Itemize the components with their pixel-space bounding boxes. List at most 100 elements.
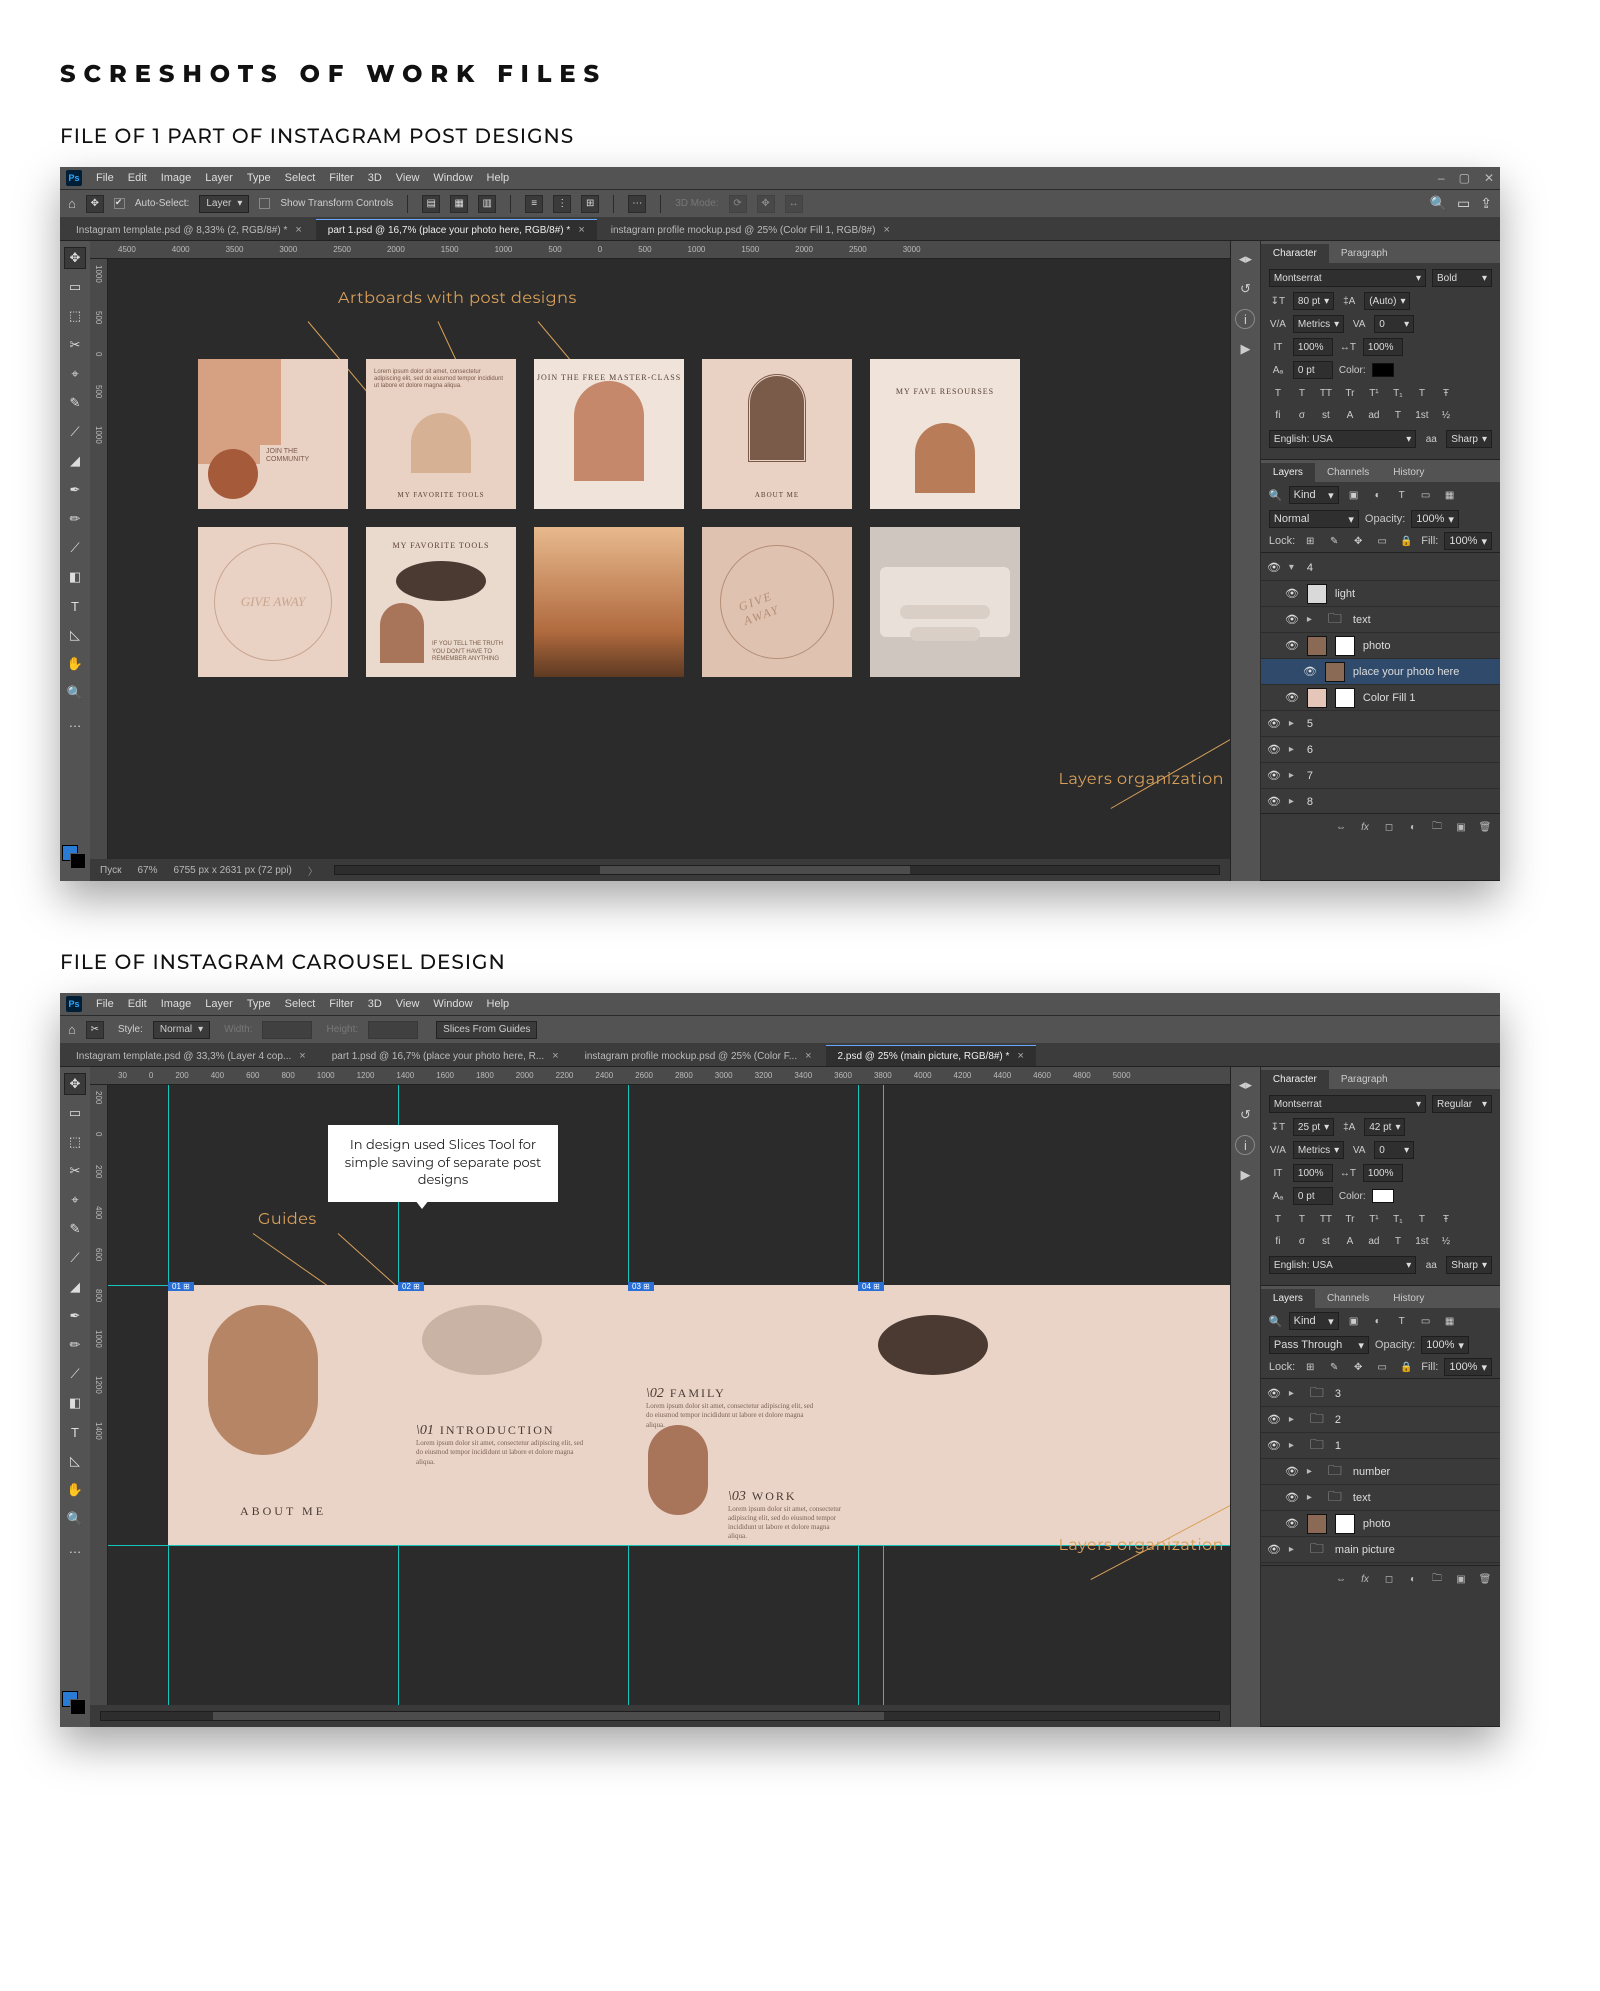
type-style-button[interactable]: T¹	[1365, 1210, 1383, 1228]
add-mask-icon[interactable]: ◻	[1380, 818, 1398, 836]
tab-layers[interactable]: Layers	[1261, 463, 1315, 482]
menu-help[interactable]: Help	[487, 172, 510, 184]
close-icon[interactable]: ✕	[1484, 171, 1494, 185]
visibility-icon[interactable]: 👁	[1267, 743, 1281, 756]
layer-row[interactable]: 👁▸7	[1261, 763, 1500, 789]
font-family-dropdown[interactable]: Montserrat▾	[1269, 269, 1426, 287]
font-style-dropdown[interactable]: Regular▾	[1432, 1095, 1492, 1113]
hscale-field[interactable]: 100%	[1363, 1164, 1403, 1182]
visibility-icon[interactable]: 👁	[1267, 1543, 1281, 1556]
lock-artboard-icon[interactable]: ▭	[1373, 1358, 1391, 1376]
info-icon[interactable]: i	[1235, 1135, 1255, 1155]
filter-smart-icon[interactable]: ▦	[1441, 1312, 1459, 1330]
opacity-field[interactable]: 100%▾	[1421, 1336, 1469, 1354]
layer-row[interactable]: 👁photo	[1261, 633, 1500, 659]
opentype-button[interactable]: T	[1389, 406, 1407, 424]
artboard-10[interactable]: 10	[870, 527, 1020, 677]
artboard-8[interactable]: 8	[534, 527, 684, 677]
layer-row[interactable]: 👁photo	[1261, 1511, 1500, 1537]
tracking-field[interactable]: 0▾	[1374, 315, 1414, 333]
vscale-field[interactable]: 100%	[1293, 1164, 1333, 1182]
type-style-button[interactable]: Tr	[1341, 384, 1359, 402]
tool-icon[interactable]: ▭	[64, 1102, 86, 1124]
style-dropdown[interactable]: Normal▾	[153, 1021, 210, 1039]
artboard-6[interactable]: 6 GIVE AWAY	[198, 527, 348, 677]
home-icon[interactable]: ⌂	[68, 1022, 76, 1037]
artboard-9[interactable]: 9 GIVE AWAY	[702, 527, 852, 677]
scrollbar-thumb[interactable]	[600, 866, 909, 874]
lock-all-icon[interactable]: 🔒	[1397, 532, 1415, 550]
type-style-button[interactable]: T	[1269, 384, 1287, 402]
home-icon[interactable]: ⌂	[68, 196, 76, 211]
layer-row[interactable]: 👁Color Fill 1	[1261, 685, 1500, 711]
menu-3d[interactable]: 3D	[368, 172, 382, 184]
lock-all-icon[interactable]: 🔒	[1397, 1358, 1415, 1376]
opentype-button[interactable]: 1st	[1413, 406, 1431, 424]
auto-select-dropdown[interactable]: Layer▾	[199, 195, 249, 213]
search-icon[interactable]: 🔍	[1430, 195, 1447, 212]
tool-icon[interactable]: ✂	[64, 334, 86, 356]
tool-icon[interactable]: ⟋	[64, 1363, 86, 1385]
menu-type[interactable]: Type	[247, 172, 271, 184]
canvas[interactable]: 4500400035003000250020001500100050005001…	[90, 241, 1230, 881]
slice-tool-icon[interactable]: ✂	[86, 1021, 104, 1039]
tool-icon[interactable]: ▭	[64, 276, 86, 298]
tool-icon[interactable]: T	[64, 1421, 86, 1443]
opentype-button[interactable]: 1st	[1413, 1232, 1431, 1250]
menu-image[interactable]: Image	[161, 172, 192, 184]
tool-icon[interactable]: ◺	[64, 624, 86, 646]
tool-icon[interactable]: ✥	[64, 1073, 86, 1095]
layer-row[interactable]: 👁▾4	[1261, 555, 1500, 581]
visibility-icon[interactable]: 👁	[1267, 769, 1281, 782]
layer-row[interactable]: 👁▸🗀3	[1261, 1381, 1500, 1407]
menu-filter[interactable]: Filter	[329, 172, 353, 184]
filter-smart-icon[interactable]: ▦	[1441, 486, 1459, 504]
layer-row[interactable]: 👁▸5	[1261, 711, 1500, 737]
blend-mode-dropdown[interactable]: Pass Through▾	[1269, 1336, 1369, 1354]
visibility-icon[interactable]: 👁	[1285, 1517, 1299, 1530]
type-style-button[interactable]: T	[1293, 384, 1311, 402]
type-style-button[interactable]: Ŧ	[1437, 1210, 1455, 1228]
menu-file[interactable]: File	[96, 998, 114, 1010]
visibility-icon[interactable]: 👁	[1285, 587, 1299, 600]
align-icon[interactable]: ⊞	[581, 195, 599, 213]
layer-filter-kind[interactable]: Kind▾	[1289, 1312, 1339, 1330]
font-family-dropdown[interactable]: Montserrat▾	[1269, 1095, 1426, 1113]
tool-icon[interactable]: ⬚	[64, 1131, 86, 1153]
align-center-icon[interactable]: ▦	[450, 195, 468, 213]
tool-icon[interactable]: ◺	[64, 1450, 86, 1472]
tool-icon[interactable]: 🔍	[64, 682, 86, 704]
menu-view[interactable]: View	[396, 998, 420, 1010]
tool-icon[interactable]: ✥	[64, 247, 86, 269]
kerning-field[interactable]: Metrics▾	[1293, 315, 1344, 333]
visibility-icon[interactable]: 👁	[1267, 1439, 1281, 1452]
document-tab[interactable]: 2.psd @ 25% (main picture, RGB/8#) *×	[826, 1045, 1036, 1066]
opentype-button[interactable]: A	[1341, 406, 1359, 424]
leading-field[interactable]: (Auto)▾	[1364, 292, 1410, 310]
fill-field[interactable]: 100%▾	[1444, 1358, 1492, 1376]
lock-position-icon[interactable]: ✥	[1349, 1358, 1367, 1376]
opentype-button[interactable]: A	[1341, 1232, 1359, 1250]
tab-character[interactable]: Character	[1261, 1070, 1329, 1089]
tool-icon[interactable]: ✒	[64, 479, 86, 501]
visibility-icon[interactable]: 👁	[1267, 1413, 1281, 1426]
type-style-button[interactable]: T	[1413, 1210, 1431, 1228]
tool-icon[interactable]: ✎	[64, 1218, 86, 1240]
menu-select[interactable]: Select	[285, 998, 316, 1010]
scrollbar-thumb[interactable]	[213, 1712, 884, 1720]
tab-close-icon[interactable]: ×	[883, 224, 889, 236]
layer-row[interactable]: 👁light	[1261, 581, 1500, 607]
menu-file[interactable]: File	[96, 172, 114, 184]
carousel-artboard[interactable]: 01 ⊞ 02 ⊞ 03 ⊞ 04 ⊞ ABOUT ME \01INTRODUC…	[168, 1285, 1230, 1545]
filter-pixel-icon[interactable]: ▣	[1345, 486, 1363, 504]
menu-window[interactable]: Window	[433, 172, 472, 184]
lock-pixels-icon[interactable]: ✎	[1325, 1358, 1343, 1376]
menu-layer[interactable]: Layer	[205, 172, 233, 184]
aa-dropdown[interactable]: Sharp▾	[1446, 430, 1492, 448]
blend-mode-dropdown[interactable]: Normal▾	[1269, 510, 1359, 528]
opentype-button[interactable]: ½	[1437, 406, 1455, 424]
font-size-field[interactable]: 80 pt▾	[1293, 292, 1334, 310]
opentype-button[interactable]: σ	[1293, 1232, 1311, 1250]
tool-icon[interactable]: ✎	[64, 392, 86, 414]
tool-icon[interactable]: ⟋	[64, 537, 86, 559]
